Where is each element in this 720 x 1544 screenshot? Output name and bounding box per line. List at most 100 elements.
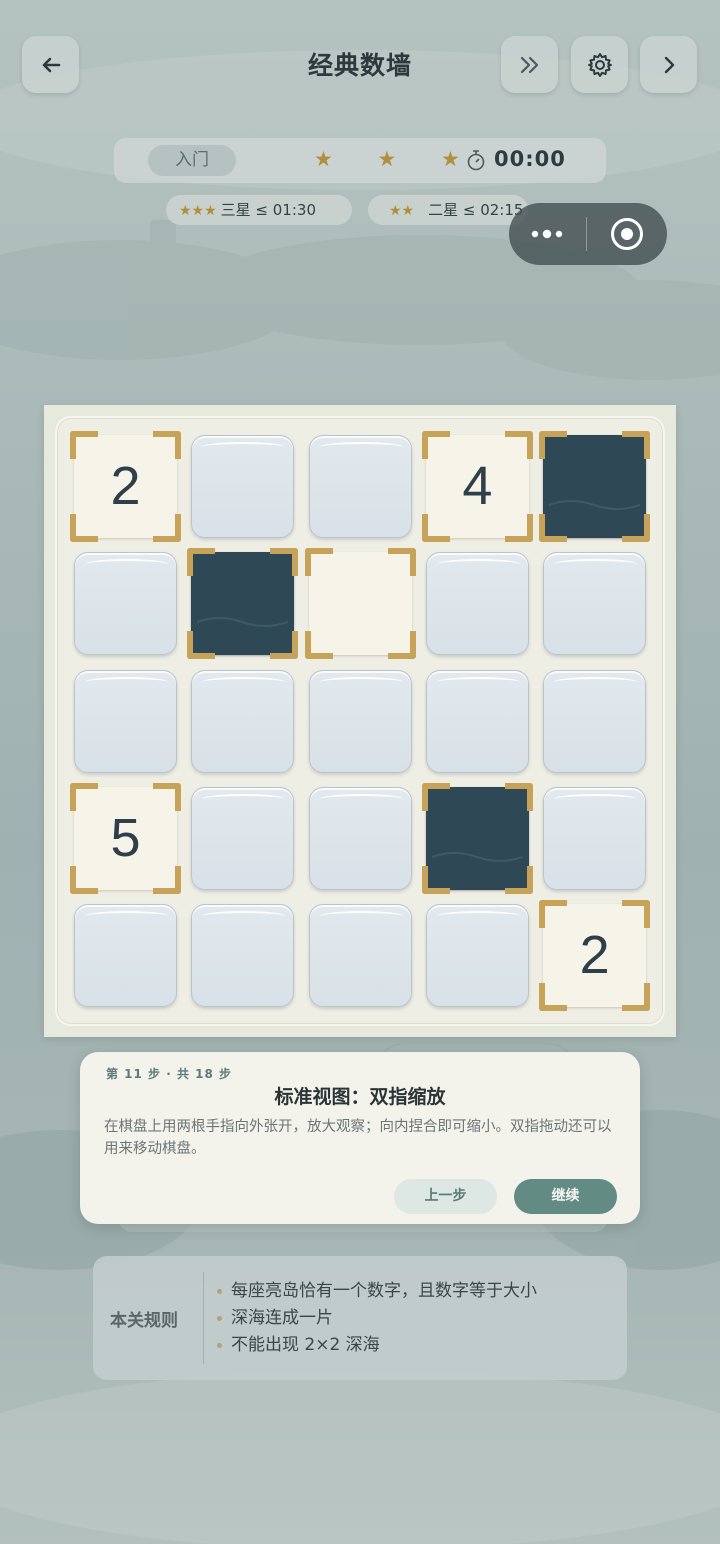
- cell-corner-bracket: [539, 983, 568, 1012]
- cell-corner-bracket: [504, 782, 533, 811]
- cell-corner-bracket: [622, 431, 651, 459]
- wave-icon: [197, 617, 289, 628]
- cell-corner-bracket: [504, 431, 533, 459]
- cell-empty[interactable]: [425, 904, 529, 1008]
- cell-corner-bracket: [70, 865, 98, 894]
- cell-corner-bracket: [421, 431, 450, 459]
- chevron-right-icon: [664, 56, 674, 73]
- rules-divider: [203, 1272, 204, 1364]
- cell-empty[interactable]: [191, 435, 295, 538]
- rules-panel: 本关规则 每座亮岛恰有一个数字，且数字等于大小 深海连成一片 不能出现 2×2 …: [93, 1256, 627, 1380]
- cell-sheen: [436, 559, 520, 569]
- cell-empty[interactable]: [308, 904, 412, 1008]
- cell-empty[interactable]: [425, 552, 529, 656]
- three-star-requirement: ★★★ 三星 ≤ 01:30: [166, 195, 352, 225]
- cell-empty[interactable]: [543, 552, 647, 656]
- cell-sheen: [319, 911, 403, 921]
- cell-corner-bracket: [304, 631, 333, 660]
- cell-corner-bracket: [421, 865, 450, 894]
- rules-list: 每座亮岛恰有一个数字，且数字等于大小 深海连成一片 不能出现 2×2 深海: [215, 1278, 537, 1359]
- wave-icon: [549, 500, 641, 510]
- cell-empty[interactable]: [425, 669, 529, 773]
- cell-corner-bracket: [187, 548, 216, 577]
- cell-empty[interactable]: [308, 786, 412, 890]
- cell-number[interactable]: 5: [70, 782, 181, 894]
- cell-empty[interactable]: [543, 786, 647, 890]
- cell-corner-bracket: [270, 548, 299, 577]
- cell-sheen: [85, 559, 168, 569]
- tutorial-body: 在棋盘上用两根手指向外张开，放大观察；向内捏合即可缩小。双指拖动还可以用来移动棋…: [104, 1119, 612, 1157]
- cell-sea[interactable]: [539, 431, 651, 542]
- cell-sheen: [554, 676, 638, 687]
- cell-sheen: [436, 911, 520, 921]
- cell-corner-bracket: [153, 782, 181, 811]
- cell-empty[interactable]: [191, 904, 295, 1008]
- cell-sea[interactable]: [187, 548, 299, 660]
- requirement-label: 三星 ≤ 01:30: [220, 201, 316, 219]
- cell-empty[interactable]: [74, 552, 177, 656]
- cell-corner-bracket: [387, 631, 416, 660]
- cell-corner-bracket: [187, 631, 216, 660]
- cell-corner-bracket: [70, 514, 98, 542]
- tutorial-card: 第 11 步 · 共 18 步 标准视图：双指缩放 在棋盘上用两根手指向外张开，…: [80, 1052, 640, 1224]
- capsule-divider: [586, 217, 587, 251]
- timer-text: 00:00: [494, 147, 566, 171]
- previous-step-button[interactable]: 上一步: [394, 1179, 497, 1214]
- cell-empty[interactable]: [74, 904, 177, 1008]
- difficulty-badge: 入门: [148, 145, 236, 176]
- cell-empty[interactable]: [191, 786, 295, 890]
- cell-empty[interactable]: [74, 669, 177, 773]
- cell-sea[interactable]: [421, 782, 533, 894]
- cell-corner-bracket: [622, 514, 651, 542]
- cell-sheen: [436, 676, 520, 687]
- cell-number[interactable]: 4: [421, 431, 533, 542]
- cell-sheen: [85, 676, 168, 687]
- cell-corner-bracket: [70, 431, 98, 459]
- cell-corner-bracket: [421, 782, 450, 811]
- star-icon: ★★: [389, 203, 415, 219]
- cell-sheen: [202, 793, 286, 804]
- cell-number[interactable]: 2: [539, 900, 651, 1012]
- cell-corner-bracket: [270, 631, 299, 660]
- cell-sheen: [319, 676, 403, 687]
- close-target-icon[interactable]: [610, 217, 644, 251]
- cell-sheen: [554, 793, 638, 804]
- rules-label: 本关规则: [110, 1311, 178, 1331]
- cell-sheen: [202, 442, 286, 452]
- cell-corner-bracket: [539, 431, 568, 459]
- cell-sheen: [319, 442, 403, 452]
- cell-sheen: [202, 911, 286, 921]
- cell-empty[interactable]: [543, 669, 647, 773]
- cell-corner-bracket: [539, 900, 568, 929]
- cell-corner-bracket: [504, 514, 533, 542]
- more-dots-icon[interactable]: [529, 224, 565, 244]
- continue-button[interactable]: 继续: [514, 1179, 617, 1214]
- rule-item: 深海连成一片: [215, 1305, 537, 1332]
- requirement-label: 二星 ≤ 02:15: [428, 201, 524, 219]
- puzzle-board: 2 4 5 2: [44, 405, 676, 1037]
- board-grid: 2 4 5 2: [55, 416, 665, 1026]
- cell-corner-bracket: [504, 865, 533, 894]
- cell-corner-bracket: [622, 983, 651, 1012]
- cell-empty[interactable]: [308, 669, 412, 773]
- stopwatch-icon: [467, 150, 485, 171]
- cell-sheen: [319, 793, 403, 804]
- rule-item: 每座亮岛恰有一个数字，且数字等于大小: [215, 1278, 537, 1305]
- next-level-button[interactable]: [640, 36, 697, 93]
- star-icon: ★★★: [179, 203, 217, 219]
- settings-button[interactable]: [571, 36, 628, 93]
- cell-corner-bracket: [153, 431, 181, 459]
- cell-island[interactable]: [304, 548, 416, 660]
- cell-empty[interactable]: [308, 435, 412, 538]
- double-chevron-right-icon: [520, 56, 538, 73]
- skip-button[interactable]: [501, 36, 558, 93]
- cell-sheen: [202, 676, 286, 687]
- cell-empty[interactable]: [191, 669, 295, 773]
- cell-corner-bracket: [387, 548, 416, 577]
- two-star-requirement: ★★ 二星 ≤ 02:15: [368, 195, 528, 225]
- cell-corner-bracket: [153, 865, 181, 894]
- cell-number[interactable]: 2: [70, 431, 181, 542]
- cell-corner-bracket: [153, 514, 181, 542]
- tutorial-step-counter: 第 11 步 · 共 18 步: [106, 1067, 233, 1081]
- rule-item: 不能出现 2×2 深海: [215, 1332, 537, 1359]
